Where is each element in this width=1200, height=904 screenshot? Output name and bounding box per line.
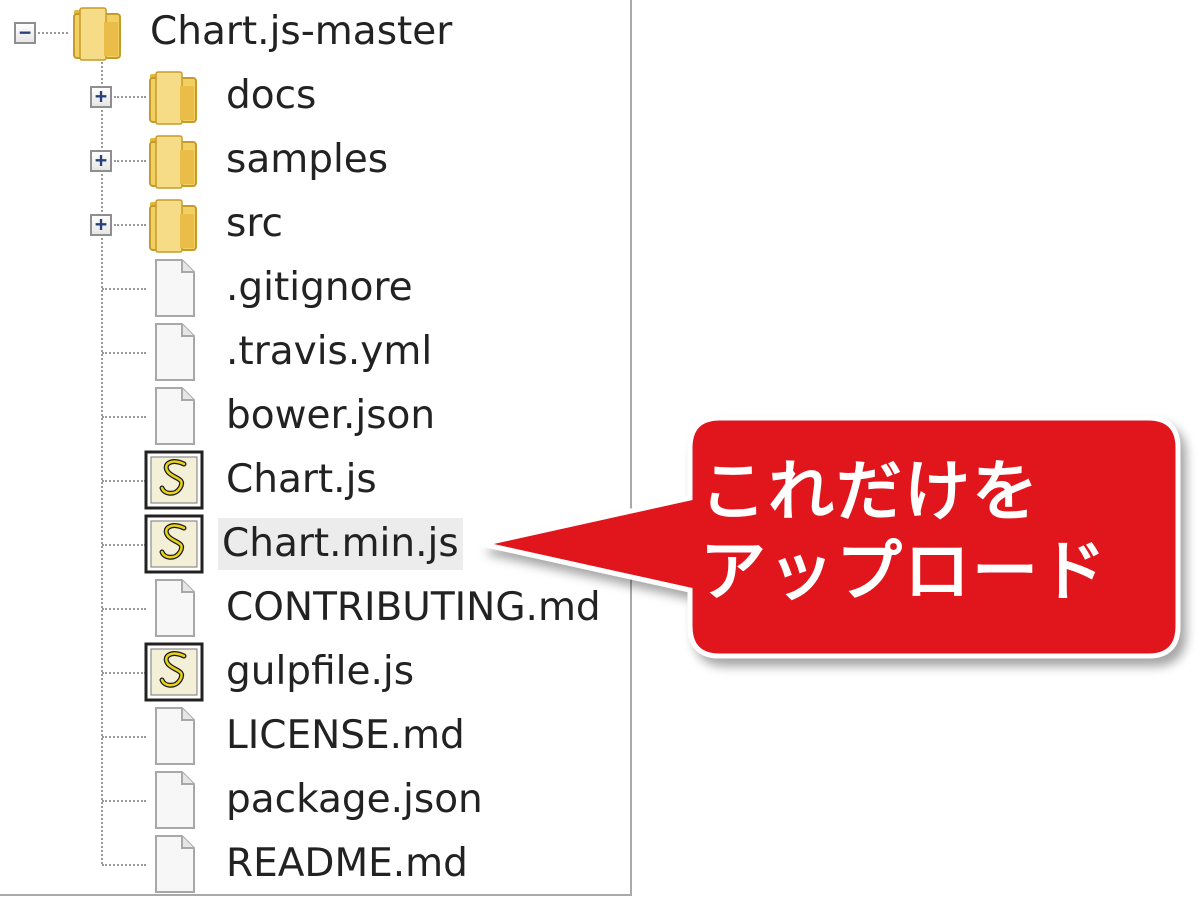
- annotation-callout: これだけを アップロード: [0, 0, 1200, 900]
- callout-line-2: アップロード: [700, 533, 1108, 610]
- callout-line-1: これだけを: [700, 453, 1040, 530]
- callout-text: これだけを アップロード: [700, 452, 1170, 612]
- callout-bubble: [481, 415, 1181, 659]
